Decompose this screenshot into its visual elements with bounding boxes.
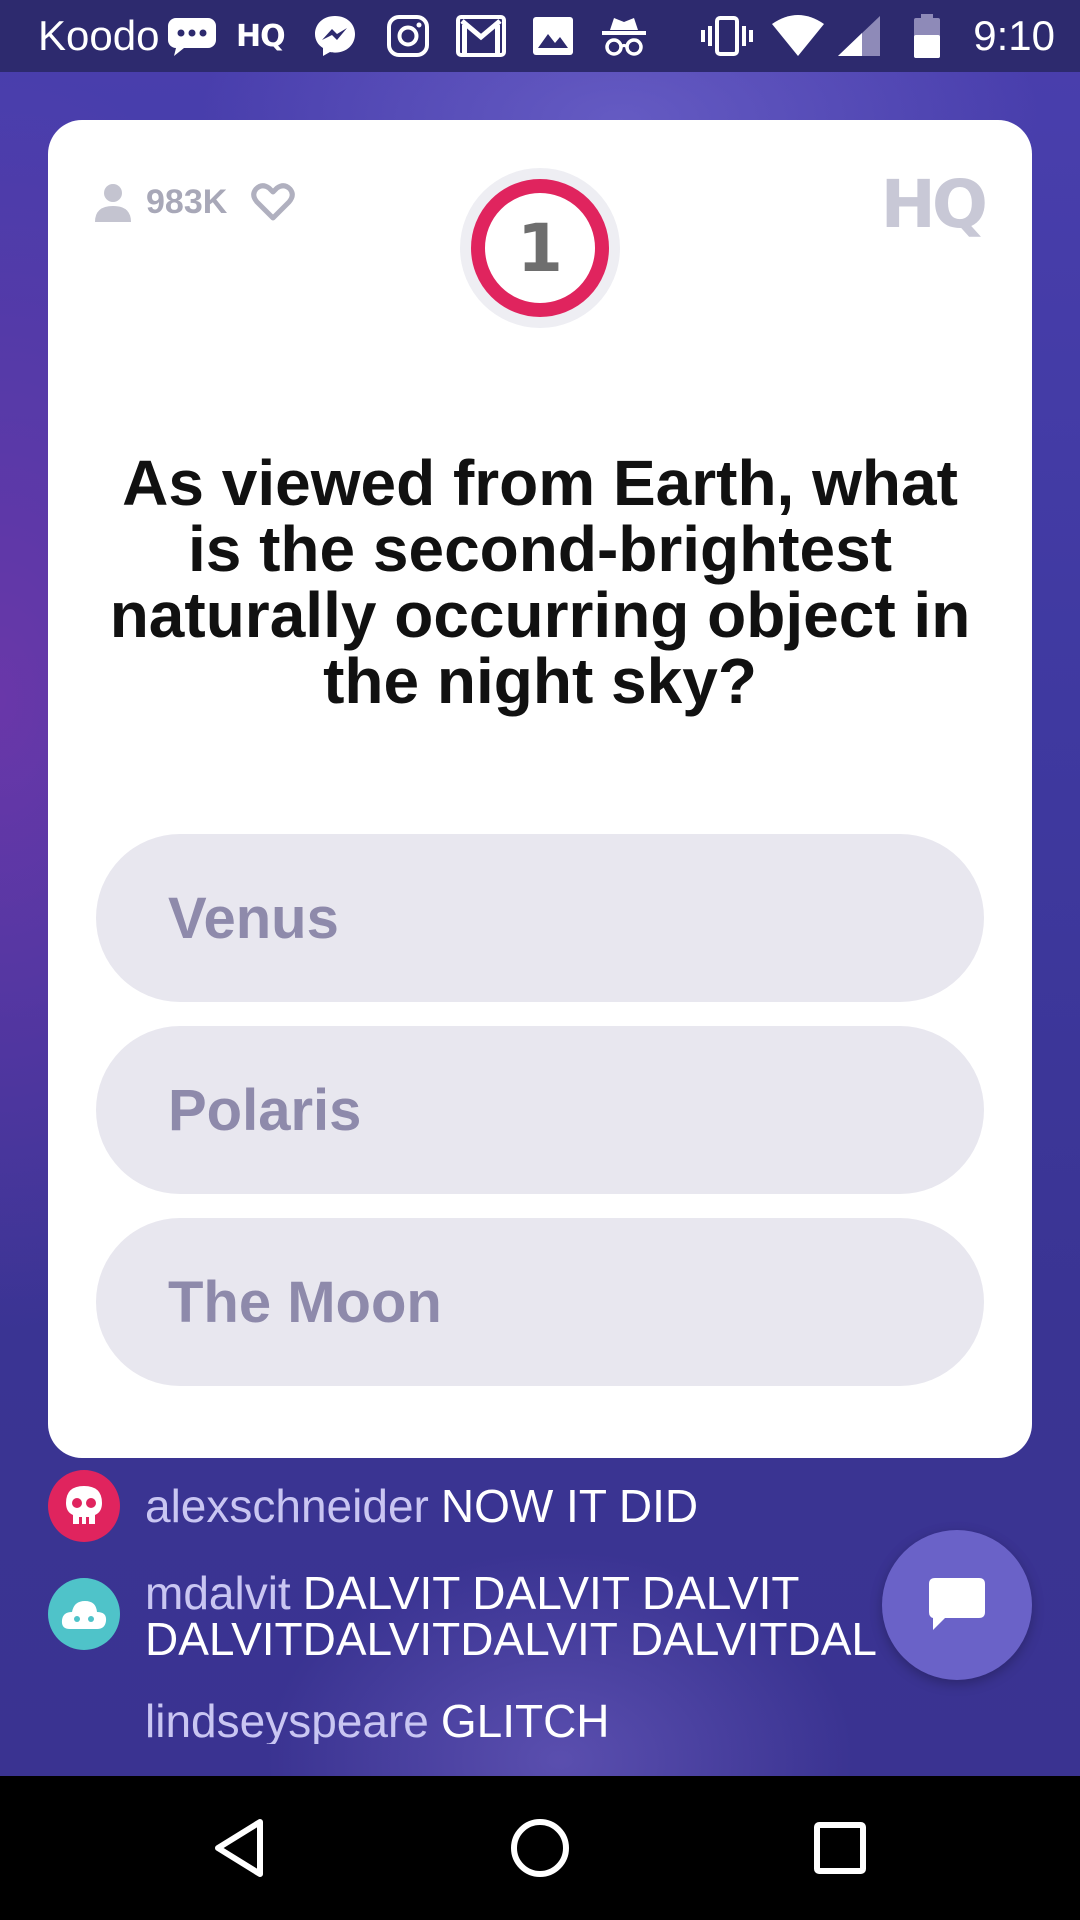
battery-icon xyxy=(912,14,942,58)
gmail-icon xyxy=(456,14,506,58)
person-icon xyxy=(95,184,131,222)
chat-username: alexschneider xyxy=(145,1483,429,1529)
answer-option-venus[interactable]: Venus xyxy=(96,834,984,1002)
instagram-icon xyxy=(386,14,430,58)
viewer-count-group: 983K xyxy=(94,182,296,222)
status-bar: Koodo HQ 9:10 xyxy=(0,0,1080,72)
heart-icon[interactable] xyxy=(251,182,296,222)
messenger-icon xyxy=(312,14,358,58)
avatar xyxy=(48,1578,120,1650)
chat-body: NOW IT DID xyxy=(440,1483,699,1529)
back-icon[interactable] xyxy=(198,1806,282,1890)
chat-message-text: alexschneider NOW IT DID xyxy=(145,1483,905,1529)
recents-icon[interactable] xyxy=(798,1806,882,1890)
chat-body: GLITCH xyxy=(440,1698,610,1744)
cell-signal-icon xyxy=(836,14,882,58)
gallery-icon xyxy=(532,14,574,58)
clock: 9:10 xyxy=(973,12,1055,59)
chat-body: DALVIT DALVIT DALVIT xyxy=(302,1570,800,1616)
wifi-icon xyxy=(770,14,826,58)
hq-logo: HQ xyxy=(880,166,988,243)
open-chat-button[interactable] xyxy=(882,1530,1032,1680)
chat-username: mdalvit xyxy=(145,1570,291,1616)
chat-message-text: lindseyspeare GLITCH xyxy=(145,1698,905,1744)
hq-app-icon: HQ xyxy=(236,18,286,54)
home-icon[interactable] xyxy=(498,1806,582,1890)
answer-option-polaris[interactable]: Polaris xyxy=(96,1026,984,1194)
incognito-icon xyxy=(600,14,648,58)
viewer-count: 983K xyxy=(146,182,228,221)
navigation-bar xyxy=(0,1776,1080,1920)
vibrate-icon xyxy=(700,14,754,58)
carrier-name: Koodo xyxy=(38,12,160,59)
chat-icon xyxy=(929,1578,985,1630)
skull-icon xyxy=(66,1486,102,1524)
chat-message-text-continued: DALVITDALVITDALVIT DALVITDAL xyxy=(145,1616,905,1662)
question-card: 983K 1 HQ As viewed from Earth, what is … xyxy=(48,120,1032,1458)
countdown-timer: 1 xyxy=(458,166,622,330)
question-number: 1 xyxy=(517,209,563,287)
cloud-icon xyxy=(61,1601,107,1629)
chat-message-text: mdalvit DALVIT DALVIT DALVIT xyxy=(145,1570,905,1616)
chat-username: lindseyspeare xyxy=(145,1698,429,1744)
question-text: As viewed from Earth, what is the second… xyxy=(109,447,971,717)
chat-bubble-icon xyxy=(166,14,218,58)
chat-body: DALVITDALVITDALVIT DALVITDAL xyxy=(145,1616,877,1662)
avatar xyxy=(48,1470,120,1542)
answer-option-the-moon[interactable]: The Moon xyxy=(96,1218,984,1386)
